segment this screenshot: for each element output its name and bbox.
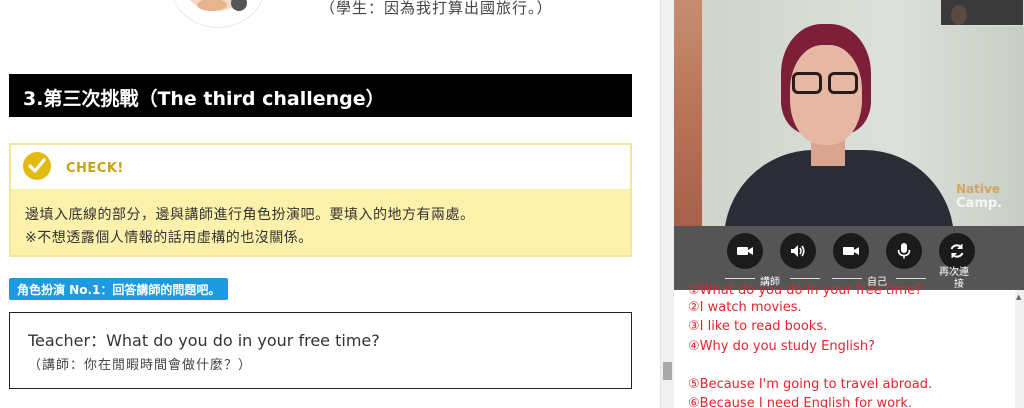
answer-item: ②I watch movies. bbox=[688, 300, 802, 315]
check-box: CHECK! 邊填入底線的部分，邊與講師進行角色扮演吧。要填入的地方有兩處。 ※… bbox=[9, 143, 632, 257]
check-icon bbox=[23, 152, 51, 180]
video-camera-icon bbox=[843, 247, 859, 255]
watermark-native: Native bbox=[956, 182, 1000, 196]
roleplay-tag: 角色扮演 No.1：回答講師的問題吧。 bbox=[9, 278, 229, 300]
teacher-video: Native Camp. bbox=[674, 0, 1024, 228]
teacher-question: Teacher：What do you do in your free time… bbox=[28, 331, 380, 350]
self-video-thumbnail[interactable] bbox=[940, 0, 1024, 26]
answer-item: ①What do you do in your free time? bbox=[688, 283, 923, 298]
teacher-question-box: Teacher：What do you do in your free time… bbox=[9, 312, 632, 389]
video-controls: 講師 自己 再次連 接 bbox=[674, 226, 1024, 290]
answer-scrollbar[interactable] bbox=[1015, 290, 1024, 408]
scroll-up-arrow-icon[interactable]: ▲ bbox=[1016, 293, 1021, 301]
teacher-volume-button[interactable] bbox=[780, 233, 816, 269]
pane-scrollbar-thumb[interactable] bbox=[663, 362, 672, 380]
video-camera-icon bbox=[737, 247, 753, 255]
answer-list: ①What do you do in your free time? ②I wa… bbox=[674, 283, 1024, 408]
check-note: ※不想透露個人情報的話用虛構的也沒關係。 bbox=[25, 230, 313, 246]
lesson-pane: （學生：因為我打算出國旅行。） 3.第三次挑戰（The third challe… bbox=[0, 0, 660, 408]
check-header: CHECK! bbox=[11, 145, 630, 189]
speaker-icon bbox=[791, 245, 805, 257]
pane-scrollbar[interactable] bbox=[660, 0, 674, 408]
avatar bbox=[170, 0, 266, 28]
answer-item: ⑤Because I'm going to travel abroad. bbox=[688, 377, 933, 392]
refresh-icon bbox=[950, 244, 964, 258]
answer-item: ⑥Because I need English for work. bbox=[688, 396, 913, 408]
check-title: CHECK! bbox=[66, 161, 124, 176]
self-camera-button[interactable] bbox=[833, 233, 869, 269]
teacher-translation: （講師：你在閒暇時間會做什麼？） bbox=[28, 358, 253, 373]
teacher-camera-button[interactable] bbox=[727, 233, 763, 269]
self-mic-button[interactable] bbox=[886, 233, 922, 269]
video-panel: Native Camp. 講師 自己 再次連 接 ①What do you do… bbox=[674, 0, 1024, 408]
answer-item: ③I like to read books. bbox=[688, 319, 828, 334]
microphone-icon bbox=[897, 243, 911, 259]
section-title: 3.第三次挑戰（The third challenge） bbox=[9, 74, 632, 117]
student-note: （學生：因為我打算出國旅行。） bbox=[320, 0, 553, 17]
watermark-camp: Camp. bbox=[956, 196, 1003, 211]
check-instruction: 邊填入底線的部分，邊與講師進行角色扮演吧。要填入的地方有兩處。 bbox=[25, 207, 475, 223]
answer-item: ④Why do you study English? bbox=[688, 339, 875, 354]
reconnect-label-2: 接 bbox=[954, 279, 964, 290]
